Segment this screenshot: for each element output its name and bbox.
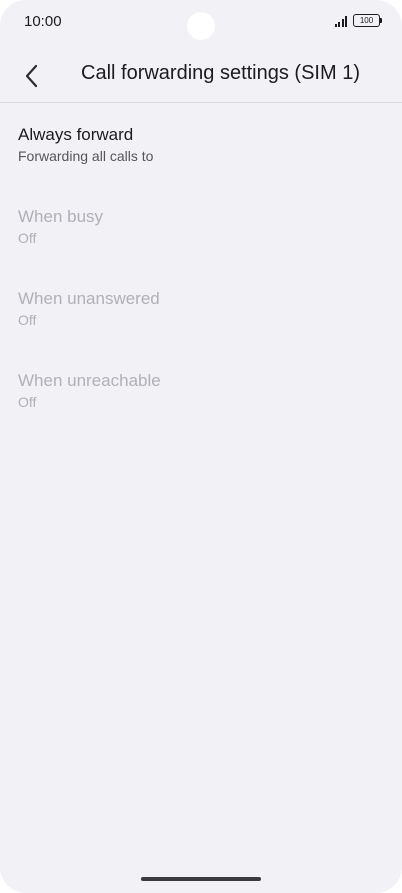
status-bar: 10:00 100 <box>0 0 402 44</box>
setting-summary: Forwarding all calls to <box>18 148 154 164</box>
phone-screen: 10:00 100 Call forwarding settings (SIM … <box>0 0 402 893</box>
setting-summary: Off <box>18 230 37 246</box>
page-title: Call forwarding settings (SIM 1) <box>81 62 360 84</box>
home-indicator[interactable] <box>141 877 261 881</box>
status-icons: 100 <box>334 14 382 27</box>
chevron-left-icon <box>25 64 38 88</box>
app-bar: Call forwarding settings (SIM 1) <box>0 48 402 103</box>
setting-summary: Off <box>18 394 37 410</box>
signal-bars-icon <box>334 15 347 27</box>
setting-summary: Off <box>18 312 37 328</box>
setting-when-busy[interactable]: When busy Off <box>0 186 402 268</box>
battery-icon: 100 <box>353 14 382 27</box>
setting-title: Always forward <box>18 125 134 144</box>
setting-title: When busy <box>18 207 104 226</box>
call-forwarding-list: Always forward Forwarding all calls to W… <box>0 104 402 432</box>
front-camera-cutout <box>187 12 215 40</box>
setting-when-unanswered[interactable]: When unanswered Off <box>0 268 402 350</box>
setting-title: When unanswered <box>18 289 160 308</box>
back-button[interactable] <box>14 58 50 94</box>
setting-when-unreachable[interactable]: When unreachable Off <box>0 350 402 432</box>
setting-title: When unreachable <box>18 371 161 390</box>
status-time: 10:00 <box>24 13 62 30</box>
battery-level: 100 <box>359 16 374 25</box>
setting-always-forward[interactable]: Always forward Forwarding all calls to <box>0 104 402 186</box>
